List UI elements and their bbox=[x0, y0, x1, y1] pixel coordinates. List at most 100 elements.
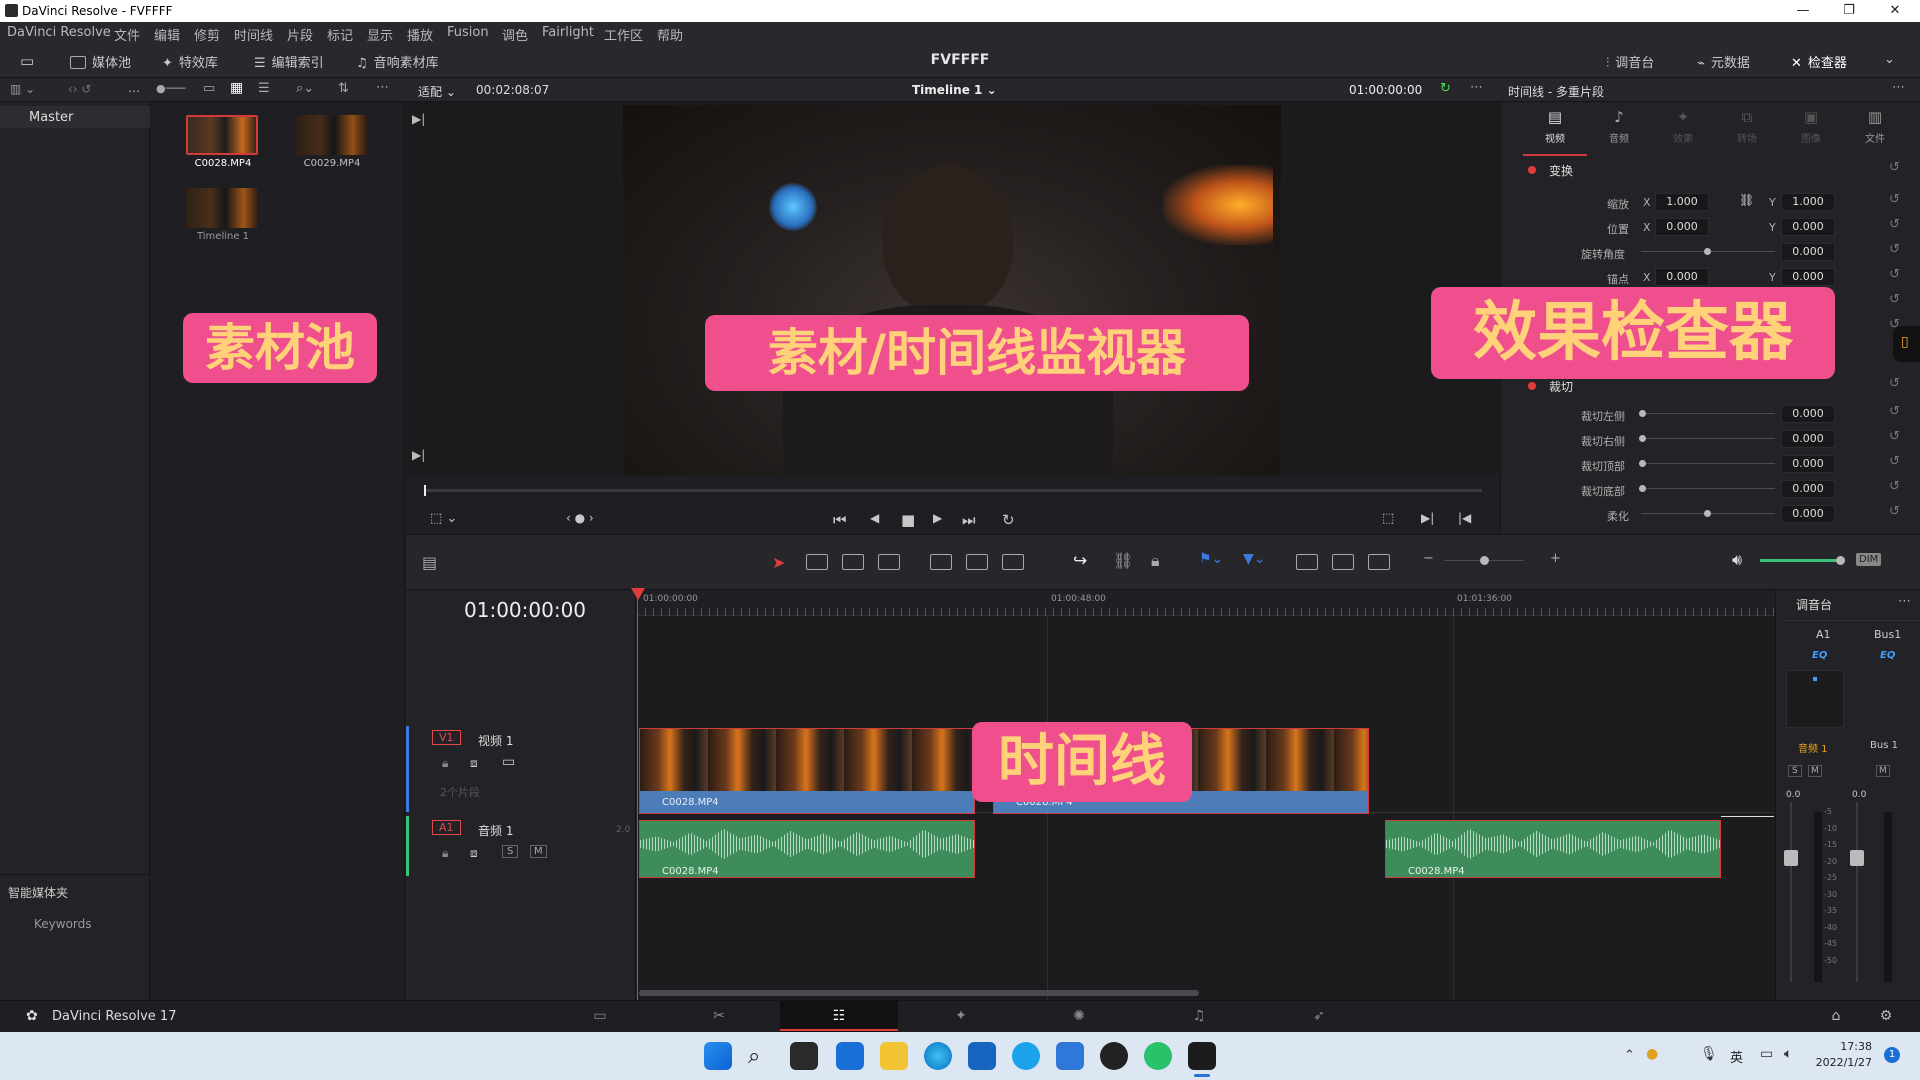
tray-chevron-icon[interactable]: ⌃ bbox=[1624, 1048, 1635, 1063]
app-icon[interactable] bbox=[1056, 1042, 1084, 1070]
settings-icon[interactable]: ⚙ bbox=[1868, 1008, 1904, 1026]
mixer-mute-button[interactable]: M bbox=[1808, 765, 1822, 777]
close-button[interactable]: ✕ bbox=[1872, 0, 1918, 22]
dynamic-trim-icon[interactable] bbox=[842, 554, 864, 570]
media-clip[interactable]: C0029.MP4 bbox=[295, 115, 377, 169]
timeline-view-options-icon[interactable]: ▤ bbox=[422, 553, 437, 572]
go-first-frame-icon[interactable]: ▶| bbox=[412, 112, 425, 126]
menu-playback[interactable]: 播放 bbox=[407, 25, 433, 44]
collapse-icon[interactable]: ⌄ bbox=[1884, 52, 1895, 67]
link-icon[interactable]: ⛓ bbox=[1739, 193, 1754, 207]
minimize-button[interactable]: — bbox=[1780, 0, 1826, 22]
mute-button[interactable]: M bbox=[530, 845, 547, 858]
zoom-y-field[interactable]: 1.000 bbox=[1781, 193, 1835, 211]
scrub-bar[interactable] bbox=[424, 485, 1482, 496]
viewer-mode-icon[interactable]: ⬚ ⌄ bbox=[430, 511, 457, 526]
sort-icon[interactable]: ⇅ bbox=[338, 81, 349, 96]
overwrite-clip-icon[interactable] bbox=[966, 554, 988, 570]
tab-image[interactable]: ▣ 图像 bbox=[1779, 108, 1843, 145]
page-color-icon[interactable]: ✺ bbox=[1061, 1008, 1097, 1026]
timeline-scrollbar[interactable] bbox=[639, 990, 1199, 996]
playhead-marker[interactable] bbox=[424, 485, 426, 496]
menu-workspace[interactable]: 工作区 bbox=[604, 25, 643, 44]
start-icon[interactable] bbox=[704, 1042, 732, 1070]
mixer-solo-button[interactable]: S bbox=[1788, 765, 1802, 777]
zoom-x-field[interactable]: 1.000 bbox=[1655, 193, 1709, 211]
snapping-icon[interactable]: ↪ bbox=[1073, 551, 1087, 571]
crop-right-slider[interactable] bbox=[1641, 438, 1775, 439]
menu-trim[interactable]: 修剪 bbox=[194, 25, 220, 44]
play-reverse-button[interactable]: ◀ bbox=[870, 511, 879, 525]
reset-icon[interactable]: ↺ bbox=[1889, 160, 1900, 175]
reset-icon[interactable]: ↺ bbox=[1889, 404, 1900, 419]
v1-track-name[interactable]: 视频 1 bbox=[478, 732, 513, 749]
widgets-icon[interactable] bbox=[836, 1042, 864, 1070]
task-view-icon[interactable] bbox=[790, 1042, 818, 1070]
timeline-selector[interactable]: Timeline 1 ⌄ bbox=[912, 83, 997, 97]
network-icon[interactable]: ▭ bbox=[1760, 1046, 1773, 1062]
eq-button[interactable]: EQ bbox=[1880, 650, 1895, 661]
reset-icon[interactable]: ↺ bbox=[1889, 242, 1900, 257]
file-explorer-icon[interactable] bbox=[880, 1042, 908, 1070]
menu-timeline[interactable]: 时间线 bbox=[234, 25, 273, 44]
audio-clip[interactable]: C0028.MP4 bbox=[1385, 820, 1721, 878]
reset-icon[interactable]: ↺ bbox=[1889, 192, 1900, 207]
selection-tool-icon[interactable]: ➤ bbox=[772, 553, 785, 572]
mixer-mute-button[interactable]: M bbox=[1876, 765, 1890, 777]
list-view-icon[interactable]: ☰ bbox=[258, 81, 270, 96]
reset-icon[interactable]: ↺ bbox=[1889, 376, 1900, 391]
lock-icon[interactable]: 🔒︎ bbox=[1151, 551, 1160, 571]
sync-icon[interactable]: ↻ bbox=[1440, 81, 1451, 96]
mixer-button[interactable]: ⫶ 调音台 bbox=[1606, 52, 1654, 71]
video-frame[interactable] bbox=[623, 105, 1281, 475]
crop-right-knob[interactable] bbox=[1639, 435, 1646, 442]
marker-icon[interactable]: ▼⌄ bbox=[1243, 551, 1266, 567]
transform-enable-toggle[interactable] bbox=[1528, 166, 1536, 174]
flag-icon[interactable]: ⚑⌄ bbox=[1199, 551, 1223, 567]
crop-bottom-slider[interactable] bbox=[1641, 488, 1775, 489]
reset-icon[interactable]: ↺ bbox=[1889, 504, 1900, 519]
bin-keywords[interactable]: Keywords bbox=[34, 917, 92, 931]
search-icon[interactable]: ⌕ bbox=[748, 1044, 760, 1069]
fader-track[interactable] bbox=[1790, 802, 1792, 982]
reset-icon[interactable]: ↺ bbox=[1889, 454, 1900, 469]
crop-top-knob[interactable] bbox=[1639, 460, 1646, 467]
tab-video[interactable]: ▤ 视频 bbox=[1523, 108, 1587, 156]
stop-button[interactable]: ■ bbox=[901, 511, 915, 529]
menu-color[interactable]: 调色 bbox=[502, 25, 528, 44]
reset-icon[interactable]: ↺ bbox=[1889, 217, 1900, 232]
fader-knob[interactable] bbox=[1784, 850, 1798, 866]
page-fusion-icon[interactable]: ✦ bbox=[943, 1008, 979, 1026]
zoom-in-icon[interactable]: + bbox=[1550, 551, 1561, 566]
bin-master[interactable]: Master bbox=[0, 106, 150, 128]
zoom-full-icon[interactable] bbox=[1296, 554, 1318, 570]
reset-icon[interactable]: ↺ bbox=[1889, 479, 1900, 494]
crop-left-field[interactable]: 0.000 bbox=[1781, 405, 1835, 423]
video-enable-icon[interactable]: ▭ bbox=[502, 754, 515, 770]
app-icon[interactable] bbox=[1012, 1042, 1040, 1070]
mark-out-icon[interactable]: |◀ bbox=[1458, 511, 1471, 525]
fit-dropdown[interactable]: 适配 ⌄ bbox=[418, 83, 456, 100]
dim-button[interactable]: DIM bbox=[1856, 553, 1882, 566]
options-icon[interactable]: ⋯ bbox=[376, 80, 389, 95]
thumbnail-view-icon[interactable]: ▦ bbox=[230, 80, 243, 96]
jog-control[interactable]: ‹ ● › bbox=[566, 511, 594, 525]
menu-clip[interactable]: 片段 bbox=[287, 25, 313, 44]
store-icon[interactable] bbox=[968, 1042, 996, 1070]
side-tab-handle[interactable]: ▯ bbox=[1893, 326, 1920, 362]
ime-indicator[interactable]: 英 bbox=[1730, 1047, 1743, 1066]
tab-transition[interactable]: ⧉ 转场 bbox=[1715, 108, 1779, 145]
mixer-options-icon[interactable]: ⋯ bbox=[1898, 594, 1911, 609]
crop-bottom-knob[interactable] bbox=[1639, 485, 1646, 492]
volume-icon[interactable]: 🔊︎ bbox=[1732, 550, 1742, 570]
tab-file[interactable]: ▥ 文件 bbox=[1843, 108, 1907, 145]
nav-arrows-icon[interactable]: ‹› ↺ bbox=[68, 82, 91, 96]
zoom-slider-knob[interactable] bbox=[1480, 556, 1489, 565]
playhead-handle[interactable] bbox=[631, 588, 645, 600]
page-media-icon[interactable]: ▭ bbox=[582, 1008, 618, 1026]
auto-select-icon[interactable]: ⧈ bbox=[470, 846, 478, 861]
viewer-options-icon[interactable]: ⋯ bbox=[1470, 80, 1483, 95]
menu-fusion[interactable]: Fusion bbox=[447, 25, 489, 40]
menu-view[interactable]: 显示 bbox=[367, 25, 393, 44]
pan-control[interactable] bbox=[1786, 670, 1844, 728]
